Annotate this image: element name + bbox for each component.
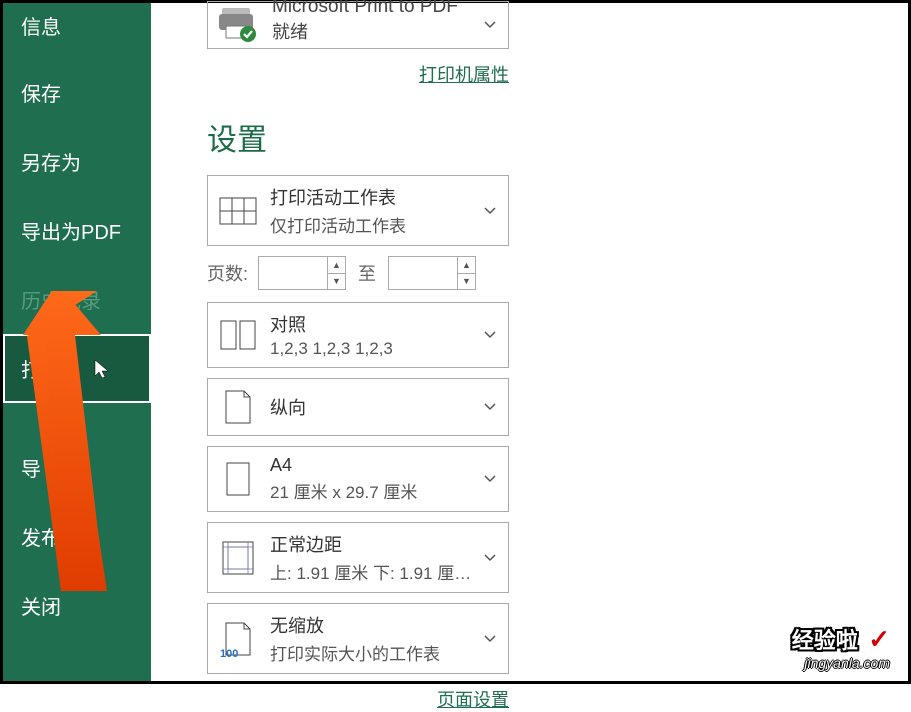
chevron-down-icon bbox=[484, 331, 496, 339]
chevron-down-icon bbox=[484, 207, 496, 215]
printer-properties-link[interactable]: 打印机属性 bbox=[419, 65, 509, 85]
option-title: 对照 bbox=[270, 311, 393, 337]
option-subtitle: 打印实际大小的工作表 bbox=[270, 640, 440, 665]
page-range-row: 页数: ▲▼ 至 ▲▼ bbox=[207, 256, 509, 290]
option-title: 打印活动工作表 bbox=[270, 184, 406, 210]
chevron-down-icon bbox=[484, 21, 496, 29]
watermark: 经验啦 ✓ jingyanla.com bbox=[792, 623, 890, 671]
printer-name: Microsoft Print to PDF bbox=[272, 0, 482, 18]
cursor-icon bbox=[93, 358, 111, 380]
check-icon: ✓ bbox=[868, 624, 890, 654]
orientation-selector[interactable]: 纵向 bbox=[207, 378, 509, 436]
option-subtitle: 1,2,3 1,2,3 1,2,3 bbox=[270, 339, 393, 359]
chevron-down-icon bbox=[484, 635, 496, 643]
option-title: 纵向 bbox=[270, 394, 306, 420]
page-icon bbox=[218, 459, 258, 499]
sidebar-item-print[interactable]: 打印 bbox=[3, 334, 151, 403]
sidebar-item-close[interactable]: 关闭 bbox=[3, 571, 151, 640]
pages-label: 页数: bbox=[207, 260, 248, 286]
pages-from-input[interactable]: ▲▼ bbox=[258, 256, 346, 290]
option-subtitle: 21 厘米 x 29.7 厘米 bbox=[270, 478, 417, 503]
sidebar-item-saveas[interactable]: 另存为 bbox=[3, 127, 151, 196]
page-setup-link[interactable]: 页面设置 bbox=[437, 690, 509, 710]
scaling-icon: 100 bbox=[218, 619, 258, 659]
portrait-icon bbox=[218, 387, 258, 427]
spin-up-icon[interactable]: ▲ bbox=[458, 257, 475, 274]
margins-icon bbox=[218, 538, 258, 578]
sidebar-item-history[interactable]: 历史记录 bbox=[3, 265, 151, 334]
printer-status: 就绪 bbox=[272, 18, 482, 44]
settings-heading: 设置 bbox=[207, 115, 852, 159]
printer-icon bbox=[218, 6, 258, 44]
option-subtitle: 上: 1.91 厘米 下: 1.91 厘… bbox=[270, 559, 471, 584]
option-title: 正常边距 bbox=[270, 531, 471, 557]
print-area-selector[interactable]: 打印活动工作表 仅打印活动工作表 bbox=[207, 175, 509, 246]
sidebar-item-info[interactable]: 信息 bbox=[3, 3, 151, 58]
scaling-badge: 100 bbox=[220, 648, 238, 660]
spin-down-icon[interactable]: ▼ bbox=[328, 274, 345, 290]
sidebar-item-publish[interactable]: 发布 bbox=[3, 502, 151, 571]
sidebar-item-export[interactable]: 导 bbox=[3, 403, 151, 502]
paper-size-selector[interactable]: A4 21 厘米 x 29.7 厘米 bbox=[207, 446, 509, 512]
print-settings-panel: Microsoft Print to PDF 就绪 打印机属性 设置 打印活动工… bbox=[151, 3, 908, 681]
sheet-grid-icon bbox=[218, 191, 258, 231]
collate-selector[interactable]: 对照 1,2,3 1,2,3 1,2,3 bbox=[207, 302, 509, 368]
spin-up-icon[interactable]: ▲ bbox=[328, 257, 345, 274]
chevron-down-icon bbox=[484, 403, 496, 411]
option-subtitle: 仅打印活动工作表 bbox=[270, 212, 406, 237]
spin-down-icon[interactable]: ▼ bbox=[458, 274, 475, 290]
option-title: A4 bbox=[270, 455, 417, 476]
sidebar-item-label: 打印 bbox=[21, 360, 61, 382]
scaling-selector[interactable]: 100 无缩放 打印实际大小的工作表 bbox=[207, 603, 509, 674]
watermark-title: 经验啦 bbox=[792, 623, 858, 655]
chevron-down-icon bbox=[484, 554, 496, 562]
pages-to-label: 至 bbox=[358, 260, 376, 286]
sidebar-item-save[interactable]: 保存 bbox=[3, 58, 151, 127]
margins-selector[interactable]: 正常边距 上: 1.91 厘米 下: 1.91 厘… bbox=[207, 522, 509, 593]
watermark-url: jingyanla.com bbox=[792, 655, 890, 671]
collate-icon bbox=[218, 315, 258, 355]
option-title: 无缩放 bbox=[270, 612, 440, 638]
printer-selector[interactable]: Microsoft Print to PDF 就绪 bbox=[207, 1, 509, 49]
pages-to-input[interactable]: ▲▼ bbox=[388, 256, 476, 290]
backstage-sidebar: 信息 保存 另存为 导出为PDF 历史记录 打印 导 发布 关闭 bbox=[3, 3, 151, 681]
sidebar-item-export-pdf[interactable]: 导出为PDF bbox=[3, 196, 151, 265]
chevron-down-icon bbox=[484, 475, 496, 483]
